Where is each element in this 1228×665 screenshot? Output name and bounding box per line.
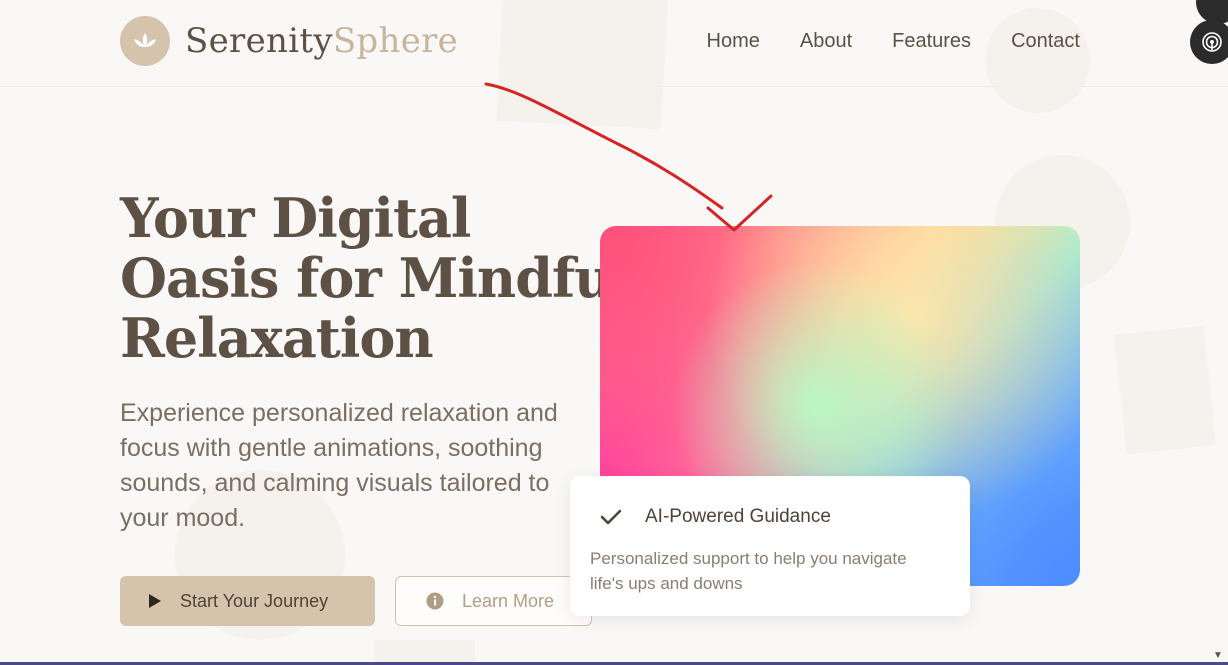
brand-name-part2: Sphere — [332, 21, 459, 61]
broadcast-icon — [1202, 32, 1222, 52]
main-nav: Home About Features Contact — [707, 29, 1081, 53]
start-journey-button[interactable]: Start Your Journey — [120, 576, 375, 626]
brand-logo[interactable]: SerenitySphere — [120, 16, 458, 66]
hero-title-line: Your Digital — [120, 186, 471, 250]
site-header: SerenitySphere Home About Features Conta… — [0, 0, 1228, 87]
info-icon — [426, 592, 444, 610]
learn-more-label: Learn More — [462, 590, 555, 611]
learn-more-button[interactable]: Learn More — [395, 576, 592, 626]
brand-name-part1: Serenity — [185, 21, 333, 61]
hero-description: Experience personalized relaxation and f… — [120, 399, 558, 532]
nav-item-contact[interactable]: Contact — [1011, 29, 1080, 53]
scroll-down-icon[interactable]: ▼ — [1212, 650, 1224, 662]
play-icon — [149, 594, 161, 608]
brand-name: SerenitySphere — [185, 16, 458, 66]
background-shape — [1113, 325, 1217, 455]
nav-item-features[interactable]: Features — [892, 29, 971, 53]
hero-title-line: Oasis for Mindful — [120, 246, 633, 310]
hero-title-line: Relaxation — [120, 306, 434, 370]
nav-item-about[interactable]: About — [800, 29, 852, 53]
nav-item-home[interactable]: Home — [707, 29, 760, 53]
start-journey-label: Start Your Journey — [180, 590, 329, 611]
hero-title: Your Digital Oasis for Mindful Relaxatio… — [120, 188, 640, 368]
feature-card: AI-Powered Guidance Personalized support… — [570, 476, 970, 616]
lotus-icon — [120, 16, 170, 66]
feature-description: Personalized support to help you navigat… — [590, 549, 907, 593]
check-icon — [600, 509, 622, 525]
feature-title: AI-Powered Guidance — [645, 506, 831, 527]
broadcast-button[interactable] — [1190, 20, 1228, 64]
